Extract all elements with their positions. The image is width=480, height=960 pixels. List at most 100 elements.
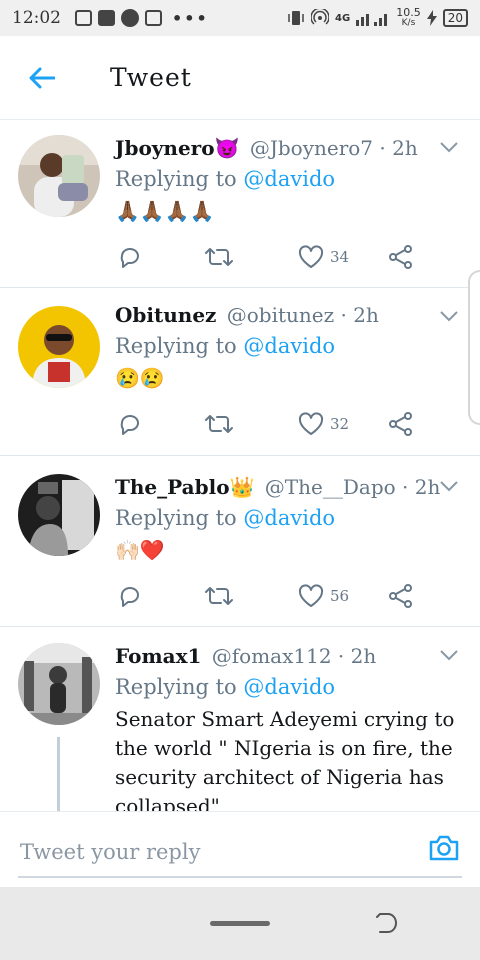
comment-icon bbox=[120, 415, 139, 435]
mention-link[interactable]: @davido bbox=[243, 167, 335, 191]
display-name[interactable]: Fomax1 bbox=[115, 644, 201, 668]
retweet-button[interactable] bbox=[204, 584, 234, 608]
replying-to: Replying to @davido bbox=[115, 506, 336, 530]
tweet-text: 🙌🏻❤️ bbox=[115, 538, 165, 562]
tweet-text: 😢😢 bbox=[115, 366, 165, 390]
heart-icon bbox=[298, 245, 324, 268]
avatar-image bbox=[18, 643, 100, 725]
retweet-icon bbox=[205, 587, 233, 605]
status-right: 4G 10.5 K/s 20 bbox=[287, 6, 468, 28]
retweet-button[interactable] bbox=[204, 412, 234, 436]
page-title: Tweet bbox=[110, 63, 192, 92]
tweet-text: Senator Smart Adeyemi crying to the worl… bbox=[115, 707, 455, 811]
edge-panel-handle[interactable] bbox=[468, 270, 480, 425]
share-button[interactable] bbox=[388, 583, 414, 609]
back-gesture-icon[interactable] bbox=[374, 911, 400, 935]
reply-button[interactable] bbox=[118, 412, 142, 436]
charging-icon bbox=[426, 10, 437, 26]
calendar-icon bbox=[145, 10, 162, 26]
avatar[interactable] bbox=[18, 643, 100, 725]
like-count: 34 bbox=[330, 248, 350, 266]
tweet-content: Jboynero😈 @Jboynero7 · 2h Replying to @d… bbox=[115, 135, 470, 226]
home-gesture-pill[interactable] bbox=[210, 921, 270, 926]
tweet-item[interactable]: The_Pablo👑 @The__Dapo · 2h Replying to @… bbox=[0, 456, 480, 627]
more-notifications-icon: ••• bbox=[172, 8, 209, 28]
record-icon bbox=[121, 9, 139, 27]
mention-link[interactable]: @davido bbox=[243, 334, 335, 358]
display-name[interactable]: Jboynero bbox=[115, 136, 215, 160]
reply-button[interactable] bbox=[118, 245, 142, 269]
avatar[interactable] bbox=[18, 306, 100, 388]
display-name[interactable]: Obitunez bbox=[115, 303, 216, 327]
reply-composer: Tweet your reply bbox=[0, 811, 480, 887]
heart-icon bbox=[298, 412, 324, 435]
battery-level: 20 bbox=[442, 9, 468, 27]
retweet-button[interactable] bbox=[204, 245, 234, 269]
signal-icon bbox=[356, 14, 388, 26]
tweet-time: · 2h bbox=[402, 475, 441, 499]
tweet-item[interactable]: Jboynero😈 @Jboynero7 · 2h Replying to @d… bbox=[0, 121, 480, 288]
share-icon bbox=[389, 245, 412, 269]
share-button[interactable] bbox=[388, 411, 414, 437]
net-speed: 10.5 K/s bbox=[396, 6, 421, 28]
tweet-item[interactable]: Obitunez @obitunez · 2h Replying to @dav… bbox=[0, 288, 480, 456]
tweet-actions: 32 bbox=[118, 412, 412, 436]
tweet-content: The_Pablo👑 @The__Dapo · 2h Replying to @… bbox=[115, 474, 470, 565]
name-emoji: 😈 bbox=[214, 136, 240, 160]
tweet-time: · 2h bbox=[340, 303, 379, 327]
reply-input[interactable]: Tweet your reply bbox=[18, 828, 462, 878]
share-icon bbox=[389, 412, 412, 436]
user-handle[interactable]: @The__Dapo bbox=[265, 475, 396, 499]
network-type: 4G bbox=[335, 12, 351, 24]
tweet-header: The_Pablo👑 @The__Dapo · 2h bbox=[115, 474, 470, 500]
replying-to: Replying to @davido bbox=[115, 334, 336, 358]
chevron-down-icon[interactable] bbox=[440, 649, 458, 661]
name-emoji: 👑 bbox=[229, 475, 255, 499]
thread-connector bbox=[57, 737, 60, 811]
tweet-item[interactable]: Fomax1 @fomax112 · 2h Replying to @david… bbox=[0, 627, 480, 811]
comment-icon bbox=[120, 587, 139, 607]
camera-button[interactable] bbox=[428, 834, 460, 866]
avatar-image bbox=[18, 306, 100, 388]
tweet-actions: 56 bbox=[118, 584, 412, 608]
hotspot-icon bbox=[311, 9, 330, 25]
tweet-actions: 34 bbox=[118, 245, 412, 269]
tweet-header: Obitunez @obitunez · 2h bbox=[115, 302, 470, 328]
avatar[interactable] bbox=[18, 474, 100, 556]
tweet-text: 🙏🏾🙏🏾🙏🏾🙏🏾 bbox=[115, 199, 215, 223]
back-button[interactable] bbox=[0, 36, 84, 120]
avatar-image bbox=[18, 135, 100, 217]
tweet-time: · 2h bbox=[379, 136, 418, 160]
parking-icon bbox=[98, 10, 115, 26]
arrow-left-icon bbox=[29, 67, 55, 88]
chevron-down-icon[interactable] bbox=[440, 310, 458, 322]
user-handle[interactable]: @obitunez bbox=[227, 303, 334, 327]
status-time: 12:02 bbox=[12, 8, 61, 28]
like-count: 32 bbox=[330, 415, 350, 433]
chevron-down-icon[interactable] bbox=[440, 480, 458, 492]
avatar-image bbox=[18, 474, 100, 556]
retweet-icon bbox=[205, 415, 233, 433]
like-button[interactable]: 56 bbox=[298, 584, 349, 608]
reply-button[interactable] bbox=[118, 584, 142, 608]
replying-to: Replying to @davido bbox=[115, 167, 336, 191]
like-button[interactable]: 32 bbox=[298, 412, 349, 436]
tweet-content: Fomax1 @fomax112 · 2h Replying to @david… bbox=[115, 643, 470, 811]
status-bar: 12:02 ••• 4G 10.5 K/s 20 bbox=[0, 0, 480, 36]
display-name[interactable]: The_Pablo bbox=[115, 475, 230, 499]
heart-icon bbox=[298, 584, 324, 607]
user-handle[interactable]: @Jboynero7 bbox=[250, 136, 373, 160]
replies-feed[interactable]: Jboynero😈 @Jboynero7 · 2h Replying to @d… bbox=[0, 121, 480, 811]
share-button[interactable] bbox=[388, 244, 414, 270]
like-button[interactable]: 34 bbox=[298, 245, 349, 269]
comment-icon bbox=[120, 248, 139, 268]
tweet-time: · 2h bbox=[337, 644, 377, 668]
avatar[interactable] bbox=[18, 135, 100, 217]
mention-link[interactable]: @davido bbox=[243, 506, 335, 530]
chevron-down-icon[interactable] bbox=[440, 141, 458, 153]
tweet-header: Fomax1 @fomax112 · 2h bbox=[115, 643, 470, 669]
system-navigation-bar bbox=[0, 887, 480, 960]
like-count: 56 bbox=[330, 587, 350, 605]
mention-link[interactable]: @davido bbox=[243, 675, 335, 699]
user-handle[interactable]: @fomax112 bbox=[212, 644, 332, 668]
